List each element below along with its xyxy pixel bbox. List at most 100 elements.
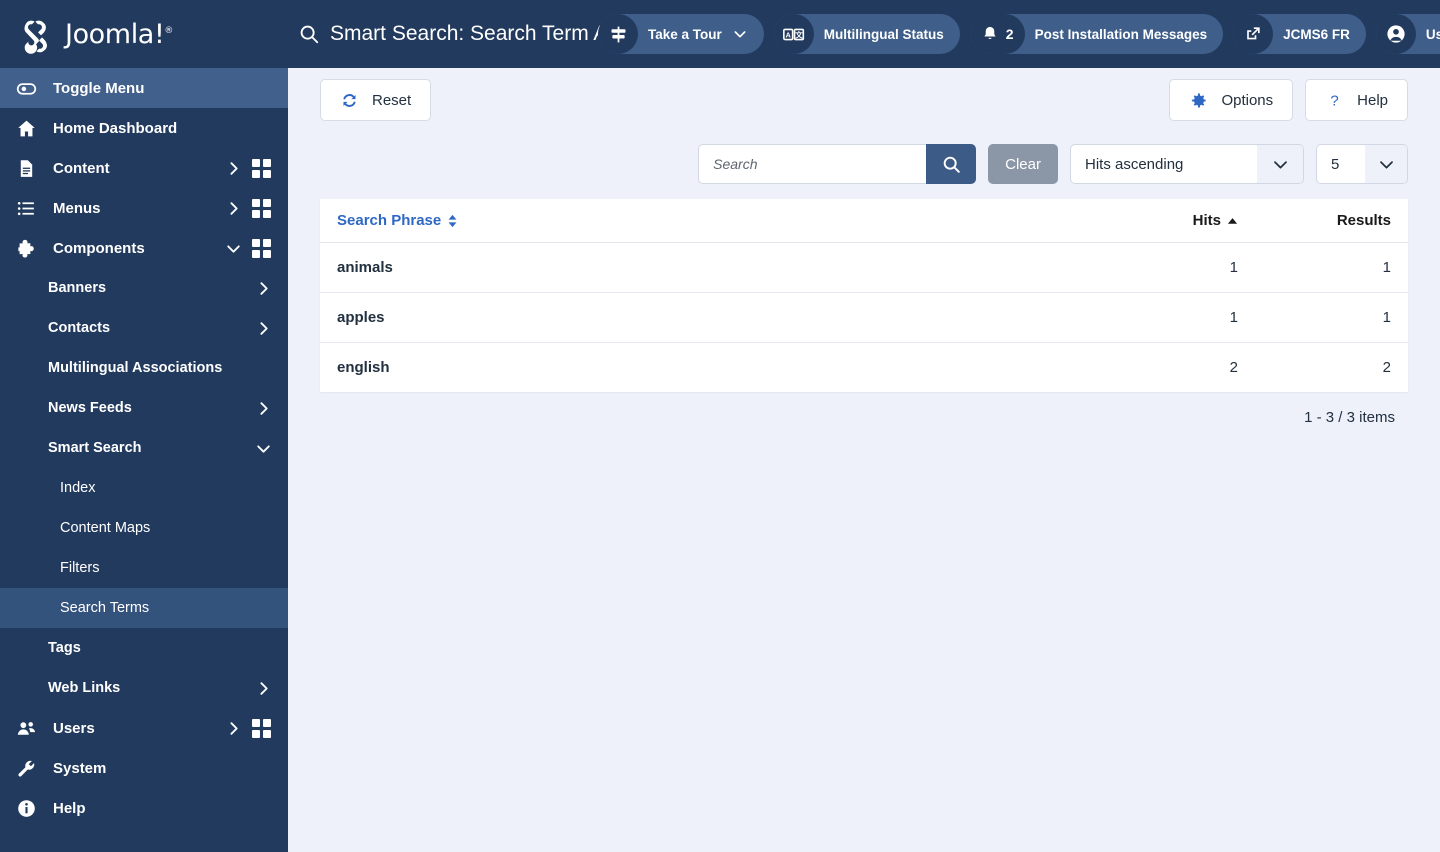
sidebar-item-label: Smart Search [48, 440, 142, 456]
user-menu-button[interactable]: User Menu [1375, 14, 1440, 54]
reset-label: Reset [372, 91, 412, 109]
site-preview-label: JCMS6 FR [1283, 26, 1350, 42]
sidebar-item-label: Menus [53, 199, 101, 217]
reset-button[interactable]: Reset [320, 79, 432, 121]
sidebar-item-banners[interactable]: Banners [0, 268, 288, 308]
site-preview-button[interactable]: JCMS6 FR [1233, 14, 1366, 54]
sidebar-item-content-maps[interactable]: Content Maps [0, 508, 288, 548]
column-label-hits: Hits [1192, 212, 1221, 229]
sidebar-item-label: Help [53, 799, 86, 817]
action-toolbar: Reset Options ? Help [288, 68, 1440, 132]
svg-text:?: ? [1330, 92, 1338, 109]
chevron-down-icon[interactable] [222, 240, 244, 257]
take-a-tour-label: Take a Tour [648, 26, 722, 42]
joomla-logo-icon [14, 14, 54, 54]
options-button[interactable]: Options [1169, 79, 1294, 121]
sidebar-item-home-dashboard[interactable]: Home Dashboard [0, 108, 288, 148]
notification-count: 2 [1005, 26, 1014, 42]
dashboard-grid-icon[interactable] [244, 238, 278, 258]
wrench-icon [16, 758, 37, 779]
search-input[interactable] [698, 144, 927, 184]
page-title-text: Smart Search: Search Term Ana [330, 22, 608, 45]
info-icon [16, 798, 37, 819]
sidebar-item-label: Users [53, 719, 95, 737]
take-a-tour-button[interactable]: Take a Tour [598, 14, 764, 54]
chevron-right-icon[interactable] [222, 160, 244, 177]
chevron-right-icon[interactable] [252, 280, 274, 297]
chevron-right-icon[interactable] [252, 320, 274, 337]
svg-text:文: 文 [794, 30, 803, 39]
chevron-down-icon[interactable] [252, 440, 274, 457]
content-area: Clear Hits ascending 5 [288, 132, 1440, 852]
sidebar-item-content[interactable]: Content [0, 148, 288, 188]
list-limit-select[interactable]: 5 [1316, 144, 1408, 184]
list-icon [16, 198, 37, 219]
sidebar-item-label: System [53, 759, 107, 777]
chevron-right-icon[interactable] [222, 200, 244, 217]
dashboard-grid-icon[interactable] [244, 158, 278, 178]
help-button[interactable]: ? Help [1305, 79, 1408, 121]
column-header-hits[interactable]: Hits [1078, 199, 1238, 243]
chevron-down-icon [1257, 145, 1303, 183]
post-installation-messages-button[interactable]: 2 Post Installation Messages [969, 14, 1224, 54]
table-row[interactable]: animals 1 1 [320, 242, 1408, 293]
dashboard-grid-icon[interactable] [244, 718, 278, 738]
cell-results: 1 [1238, 242, 1408, 293]
sidebar-item-components[interactable]: Components [0, 228, 288, 268]
table-row[interactable]: english 2 2 [320, 342, 1408, 392]
column-label-results: Results [1336, 212, 1391, 229]
toggle-menu-button[interactable]: Toggle Menu [0, 68, 288, 108]
sidebar-item-label: Tags [48, 640, 81, 656]
external-link-icon [1233, 14, 1274, 54]
sidebar-item-system[interactable]: System [0, 748, 288, 788]
refresh-icon [340, 91, 359, 110]
table-row[interactable]: apples 1 1 [320, 292, 1408, 343]
sidebar-item-label: Search Terms [60, 600, 150, 616]
sort-hits-link[interactable]: Hits [1193, 212, 1238, 229]
users-icon [16, 718, 37, 739]
options-label: Options [1221, 91, 1274, 109]
sidebar-item-news-feeds[interactable]: News Feeds [0, 388, 288, 428]
cell-hits: 1 [1078, 292, 1238, 343]
ordering-value: Hits ascending [1085, 155, 1184, 173]
top-header-bar: Smart Search: Search Term Ana Take a Tou… [288, 0, 1440, 68]
column-header-results[interactable]: Results [1238, 199, 1408, 243]
sidebar-item-index[interactable]: Index [0, 468, 288, 508]
sidebar-item-search-terms[interactable]: Search Terms [0, 588, 288, 628]
sort-ascending-icon [1227, 217, 1238, 225]
sidebar-item-help[interactable]: Help [0, 788, 288, 828]
page-title: Smart Search: Search Term Ana [298, 22, 608, 46]
multilingual-status-button[interactable]: A文 Multilingual Status [773, 14, 960, 54]
sidebar-item-filters[interactable]: Filters [0, 548, 288, 588]
sidebar-nav: Home Dashboard Content Menus Components Bann… [0, 108, 288, 828]
help-label: Help [1357, 91, 1388, 109]
chevron-right-icon[interactable] [252, 400, 274, 417]
sidebar-item-label: News Feeds [48, 400, 132, 416]
signpost-icon [598, 14, 638, 54]
gear-icon [1189, 91, 1208, 110]
search-terms-table: Search Phrase Hits Results animals 1 1 a… [320, 199, 1408, 392]
sidebar: Joomla!® Toggle Menu Home Dashboard Conte… [0, 0, 288, 852]
multilingual-status-label: Multilingual Status [823, 26, 944, 42]
ordering-select[interactable]: Hits ascending [1070, 144, 1304, 184]
sidebar-item-smart-search[interactable]: Smart Search [0, 428, 288, 468]
dashboard-grid-icon[interactable] [244, 198, 278, 218]
column-header-phrase[interactable]: Search Phrase [320, 199, 1078, 243]
sidebar-item-menus[interactable]: Menus [0, 188, 288, 228]
sidebar-item-label: Web Links [48, 680, 121, 696]
sidebar-item-web-links[interactable]: Web Links [0, 668, 288, 708]
search-submit-button[interactable] [926, 144, 977, 184]
puzzle-icon [16, 238, 37, 259]
sort-results-link[interactable]: Results [1337, 212, 1391, 229]
sort-phrase-link[interactable]: Search Phrase [337, 212, 458, 229]
brand-logo-area[interactable]: Joomla!® [0, 0, 288, 68]
sidebar-item-users[interactable]: Users [0, 708, 288, 748]
cell-hits: 1 [1078, 242, 1238, 293]
chevron-right-icon[interactable] [222, 720, 244, 737]
language-icon: A文 [773, 14, 814, 54]
sidebar-item-tags[interactable]: Tags [0, 628, 288, 668]
sidebar-item-multilingual-associations[interactable]: Multilingual Associations [0, 348, 288, 388]
clear-button[interactable]: Clear [988, 144, 1058, 184]
sidebar-item-contacts[interactable]: Contacts [0, 308, 288, 348]
chevron-right-icon[interactable] [252, 680, 274, 697]
